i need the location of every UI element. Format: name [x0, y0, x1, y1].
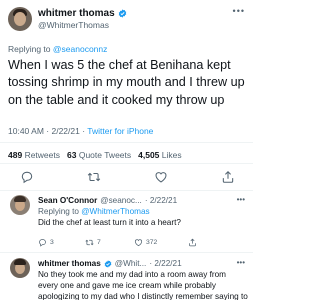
avatar[interactable] — [8, 7, 32, 31]
reply-tweet[interactable]: whitmer thomas @Whit... · 2/22/21 ••• No… — [0, 258, 253, 300]
like-count: 372 — [146, 239, 158, 246]
divider — [0, 163, 253, 164]
like-icon[interactable] — [154, 170, 168, 184]
reply-author-row: whitmer thomas @Whit... · 2/22/21 — [38, 259, 182, 268]
more-icon[interactable]: ••• — [237, 195, 245, 204]
share-icon — [189, 238, 196, 247]
divider — [0, 190, 253, 191]
retweet-button[interactable]: 7 — [85, 238, 101, 247]
replying-to-link[interactable]: @WhitmerThomas — [81, 207, 149, 216]
divider — [0, 252, 253, 253]
like-icon — [134, 239, 143, 247]
reply-icon — [39, 239, 46, 247]
reply-tweet[interactable]: Sean O'Connor @seanoc... · 2/22/21 ••• R… — [0, 195, 253, 233]
replying-to-link[interactable]: @seanoconnz — [53, 44, 107, 54]
tweet-text: When I was 5 the chef at Benihana kept t… — [8, 58, 245, 107]
verified-badge-icon — [104, 259, 112, 268]
more-icon[interactable]: ••• — [237, 258, 245, 267]
share-button[interactable] — [188, 238, 197, 247]
replying-prefix: Replying to — [38, 207, 79, 216]
reply-display-name[interactable]: Sean O'Connor — [38, 196, 97, 205]
author-display-name[interactable]: whitmer thomas — [38, 8, 115, 19]
retweets-stat[interactable]: 489 Retweets — [8, 150, 60, 160]
retweet-icon — [85, 239, 94, 246]
reply-button[interactable]: 3 — [38, 238, 54, 247]
reply-count: 3 — [50, 239, 54, 246]
tweet-source[interactable]: Twitter for iPhone — [87, 126, 153, 136]
avatar[interactable] — [10, 195, 30, 215]
tweet-actions — [0, 170, 253, 184]
author-handle[interactable]: @WhitmerThomas — [38, 20, 109, 30]
like-button[interactable]: 372 — [134, 238, 157, 247]
tweet-date[interactable]: 2/22/21 — [51, 126, 79, 136]
verified-badge-icon — [118, 9, 126, 18]
author-name-row: whitmer thomas — [38, 8, 127, 19]
reply-text: Did the chef at least turn it into a hea… — [38, 218, 181, 227]
engagement-stats: 489 Retweets 63 Quote Tweets 4,505 Likes — [8, 150, 182, 160]
quote-tweets-stat[interactable]: 63 Quote Tweets — [67, 150, 131, 160]
share-icon[interactable] — [221, 170, 235, 184]
likes-stat[interactable]: 4,505 Likes — [138, 150, 182, 160]
reply-handle[interactable]: @seanoc... — [100, 196, 142, 205]
replying-prefix: Replying to — [8, 44, 51, 54]
reply-handle[interactable]: @Whit... — [115, 259, 147, 268]
retweet-icon[interactable] — [87, 170, 101, 184]
reply-actions: 3 7 372 — [38, 238, 238, 248]
avatar[interactable] — [10, 258, 30, 278]
tweet-meta: 10:40 AM · 2/22/21 · Twitter for iPhone — [8, 126, 154, 136]
tweet-time[interactable]: 10:40 AM — [8, 126, 44, 136]
retweet-count: 7 — [97, 239, 101, 246]
replying-to: Replying to @seanoconnz — [8, 44, 107, 54]
reply-date[interactable]: · 2/22/21 — [145, 196, 177, 205]
reply-date[interactable]: · 2/22/21 — [149, 259, 181, 268]
divider — [0, 142, 253, 143]
reply-icon[interactable] — [20, 170, 34, 184]
replying-to: Replying to @WhitmerThomas — [38, 207, 150, 216]
more-icon[interactable]: ••• — [233, 6, 245, 16]
reply-author-row: Sean O'Connor @seanoc... · 2/22/21 — [38, 196, 177, 205]
reply-text: No they took me and my dad into a room a… — [38, 270, 248, 300]
reply-display-name[interactable]: whitmer thomas — [38, 259, 101, 268]
